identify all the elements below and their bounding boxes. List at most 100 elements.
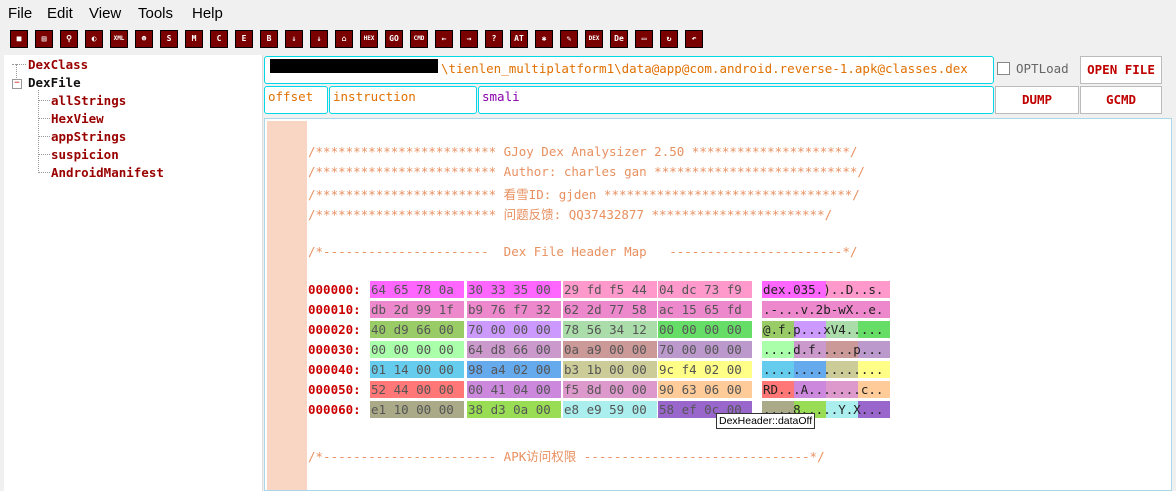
hex-group[interactable]: 70 00 00 00 — [468, 322, 551, 337]
hex-offset: 000040: — [308, 362, 361, 377]
permissions-header: /*----------------------- APK访问权限 ------… — [308, 449, 825, 464]
home-icon[interactable]: ⌂ — [335, 30, 353, 48]
gcmd-button[interactable]: GCMD — [1080, 86, 1162, 114]
menu-bar: File Edit View Tools Help — [0, 0, 1176, 27]
hex-group[interactable]: 00 41 04 00 — [468, 382, 551, 397]
smali-field[interactable]: smali — [478, 86, 994, 114]
menu-tools[interactable]: Tools — [138, 5, 173, 22]
hex-offset: 000050: — [308, 382, 361, 397]
tree-node-appstrings[interactable]: appStrings — [51, 129, 126, 144]
menu-view[interactable]: View — [89, 5, 121, 22]
hex-group[interactable]: 90 63 06 00 — [659, 382, 742, 397]
offset-field[interactable]: offset — [264, 86, 328, 114]
tree-node-allstrings[interactable]: allStrings — [51, 93, 126, 108]
hex-group[interactable]: 64 65 78 0a — [371, 282, 454, 297]
tree-view: DexClass − DexFile allStrings HexView ap… — [4, 55, 263, 491]
banner-line: /*---------------------- Dex File Header… — [308, 244, 858, 259]
page-icon[interactable]: ▭ — [635, 30, 653, 48]
dex-icon[interactable]: DEX — [585, 30, 603, 48]
output-editor[interactable]: /************************ GJoy Dex Analy… — [264, 118, 1172, 491]
ascii-text: dex.035.)..D..s. — [763, 282, 884, 297]
xml-icon[interactable]: XML — [110, 30, 128, 48]
ascii-text: @.f.p...xV4..... — [763, 322, 884, 337]
m-icon[interactable]: M — [185, 30, 203, 48]
ascii-text: ................ — [763, 362, 884, 377]
hex-group[interactable]: 29 fd f5 44 — [564, 282, 647, 297]
hex-group[interactable]: 01 14 00 00 — [371, 362, 454, 377]
tree-node-androidmanifest[interactable]: AndroidManifest — [51, 165, 164, 180]
hex-group[interactable]: e1 10 00 00 — [371, 402, 454, 417]
tree-node-suspicion[interactable]: suspicion — [51, 147, 119, 162]
cmd-icon[interactable]: CMD — [410, 30, 428, 48]
tree-node-dexclass[interactable]: DexClass — [28, 57, 88, 72]
android-icon[interactable]: ☻ — [135, 30, 153, 48]
sort-desc-icon[interactable]: ⇓ — [285, 30, 303, 48]
hex-offset: 000020: — [308, 322, 361, 337]
hex-offset: 000010: — [308, 302, 361, 317]
tree-node-hexview[interactable]: HexView — [51, 111, 104, 126]
refresh-icon[interactable]: ↻ — [660, 30, 678, 48]
hex-icon[interactable]: HEX — [360, 30, 378, 48]
dump-button[interactable]: DUMP — [995, 86, 1079, 114]
hex-group[interactable]: 70 00 00 00 — [659, 342, 742, 357]
hex-group[interactable]: 52 44 00 00 — [371, 382, 454, 397]
optload-checkbox[interactable] — [997, 62, 1010, 75]
hex-group[interactable]: 40 d9 66 00 — [371, 322, 454, 337]
c-icon[interactable]: C — [210, 30, 228, 48]
ascii-text: RD...A.......c.. — [763, 382, 884, 397]
s-icon[interactable]: S — [160, 30, 178, 48]
hex-group[interactable]: 00 00 00 00 — [371, 342, 454, 357]
open-file-button[interactable]: OPEN FILE — [1080, 56, 1162, 84]
hex-group[interactable]: e8 e9 59 00 — [564, 402, 647, 417]
undo-icon[interactable]: ↶ — [685, 30, 703, 48]
hex-offset: 000030: — [308, 342, 361, 357]
banner-line: /************************ GJoy Dex Analy… — [308, 144, 858, 159]
ascii-text: ....d.f.....p... — [763, 342, 884, 357]
tree-node-dexfile[interactable]: DexFile — [28, 75, 81, 90]
hex-group[interactable]: 38 d3 0a 00 — [468, 402, 551, 417]
menu-file[interactable]: File — [8, 5, 32, 22]
arrow-right-icon[interactable]: → — [460, 30, 478, 48]
redaction-bar — [270, 59, 438, 73]
download-icon[interactable]: ↓ — [310, 30, 328, 48]
hex-group[interactable]: 64 d8 66 00 — [468, 342, 551, 357]
b-icon[interactable]: B — [260, 30, 278, 48]
menu-edit[interactable]: Edit — [47, 5, 73, 22]
banner-line: /************************ 问题反馈: QQ374328… — [308, 207, 833, 222]
e-icon[interactable]: E — [235, 30, 253, 48]
at-icon[interactable]: AT — [510, 30, 528, 48]
de-icon[interactable]: De — [610, 30, 628, 48]
hex-group[interactable]: f5 8d 00 00 — [564, 382, 647, 397]
arrow-left-icon[interactable]: ← — [435, 30, 453, 48]
save-icon[interactable]: ▤ — [35, 30, 53, 48]
hex-group[interactable]: db 2d 99 1f — [371, 302, 454, 317]
hex-group[interactable]: b3 1b 00 00 — [564, 362, 647, 377]
line-gutter — [267, 121, 307, 490]
ascii-text: .-...v.2b-wX..e. — [763, 302, 884, 317]
hex-offset: 000000: — [308, 282, 361, 297]
optload-label: OPTLoad — [1016, 61, 1069, 76]
go-icon[interactable]: GO — [385, 30, 403, 48]
hex-group[interactable]: 62 2d 77 58 — [564, 302, 647, 317]
hex-group[interactable]: b9 76 f7 32 — [468, 302, 551, 317]
bug-icon[interactable]: ✱ — [535, 30, 553, 48]
hex-group[interactable]: 0a a9 00 00 — [564, 342, 647, 357]
hex-group[interactable]: 9c f4 02 00 — [659, 362, 742, 377]
menu-help[interactable]: Help — [192, 5, 223, 22]
hex-group[interactable]: ac 15 65 fd — [659, 302, 742, 317]
hex-group[interactable]: 04 dc 73 f9 — [659, 282, 742, 297]
hex-offset: 000060: — [308, 402, 361, 417]
hex-group[interactable]: 30 33 35 00 — [468, 282, 551, 297]
hex-group[interactable]: 00 00 00 00 — [659, 322, 742, 337]
edit-search-icon[interactable]: ✎ — [560, 30, 578, 48]
toggle-icon[interactable]: ◐ — [85, 30, 103, 48]
collapse-icon[interactable]: − — [12, 79, 22, 89]
hex-group[interactable]: 98 a4 02 00 — [468, 362, 551, 377]
tooltip: DexHeader::dataOff — [716, 413, 816, 429]
banner-line: /************************ Author: charle… — [308, 164, 865, 179]
instruction-field[interactable]: instruction — [329, 86, 477, 114]
search-icon[interactable]: ⚲ — [60, 30, 78, 48]
help-icon[interactable]: ? — [485, 30, 503, 48]
hex-group[interactable]: 78 56 34 12 — [564, 322, 647, 337]
stop-icon[interactable]: ■ — [10, 30, 28, 48]
